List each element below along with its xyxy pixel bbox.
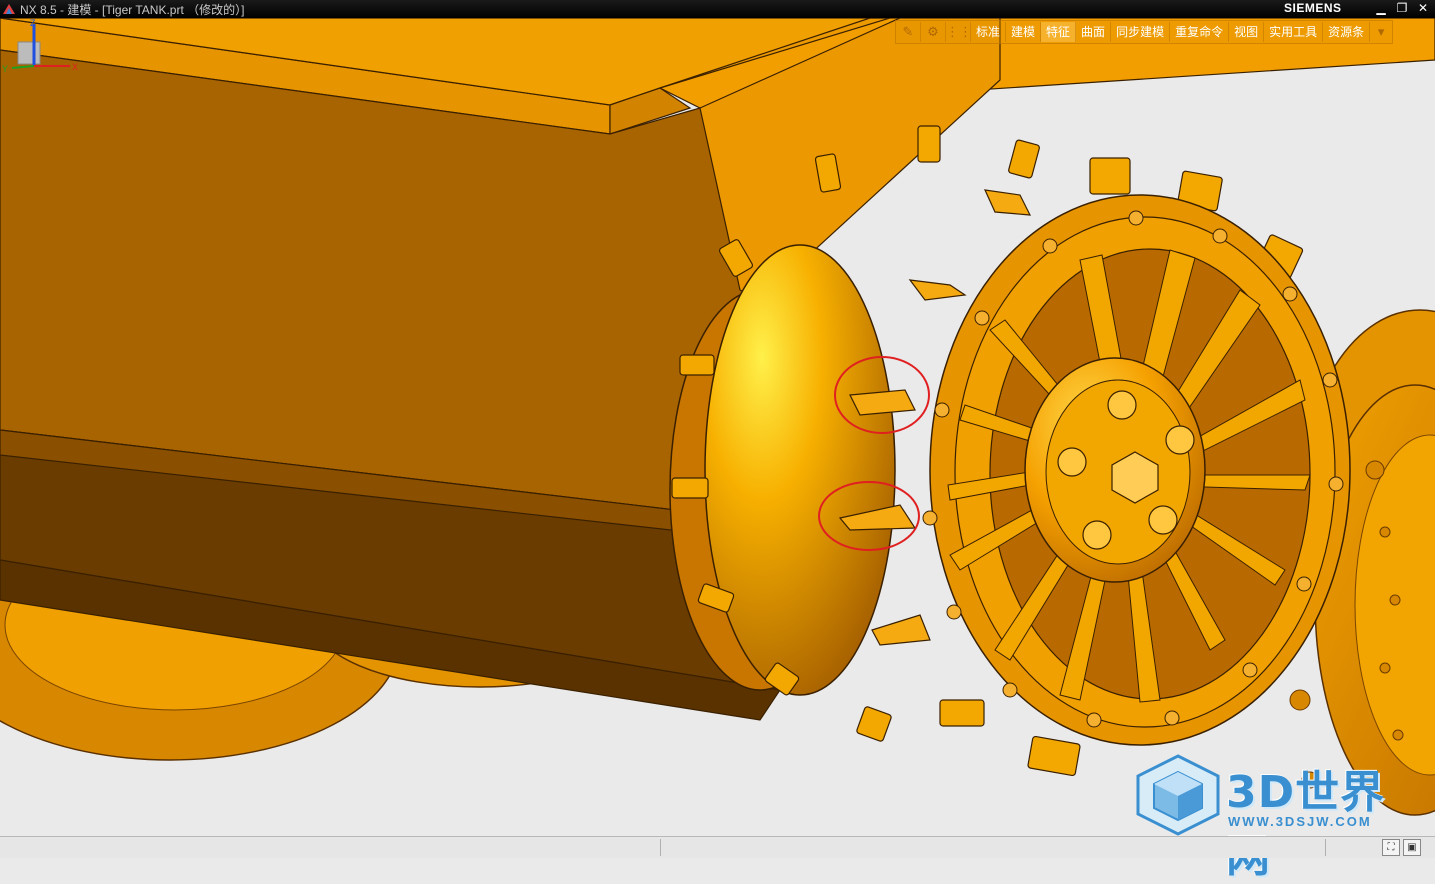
fullscreen-icon[interactable]: ⛶ — [1382, 839, 1400, 856]
coordinate-triad: Z X Y — [2, 18, 78, 74]
status-separator — [1325, 839, 1326, 856]
nx-app-icon — [3, 4, 15, 14]
tab-resource-bar[interactable]: 资源条 — [1323, 22, 1371, 42]
command-ribbon: ✎ ⚙ ⋮⋮ 标准 建模 特征 曲面 同步建模 重复命令 视图 实用工具 资源条… — [895, 20, 1394, 44]
grip-icon[interactable]: ⋮⋮ — [946, 22, 972, 42]
minimize-icon[interactable]: ▁ — [1372, 1, 1390, 16]
watermark-cube-logo — [1136, 754, 1220, 836]
triad-x-label: X — [72, 62, 78, 72]
window-toggle-icon[interactable]: ▣ — [1403, 839, 1421, 856]
triad-z-label: Z — [30, 18, 36, 28]
close-icon[interactable]: ✕ — [1414, 1, 1432, 16]
tank-model-render — [0, 18, 1435, 816]
status-separator — [660, 839, 661, 856]
siemens-brand: SIEMENS — [1284, 1, 1342, 15]
restore-icon[interactable]: ❐ — [1393, 1, 1411, 16]
tab-feature[interactable]: 特征 — [1041, 22, 1077, 42]
tab-utilities[interactable]: 实用工具 — [1264, 22, 1324, 42]
dropdown-icon[interactable]: ▾ — [1370, 22, 1392, 42]
status-bar: ⛶ ▣ — [0, 836, 1435, 858]
wrench-icon[interactable]: ✎ — [896, 22, 921, 42]
gear-icon[interactable]: ⚙ — [921, 22, 946, 42]
tab-repeat-command[interactable]: 重复命令 — [1170, 22, 1230, 42]
tab-standard[interactable]: 标准 — [971, 22, 1007, 42]
tab-modeling[interactable]: 建模 — [1006, 22, 1042, 42]
triad-y-label: Y — [2, 64, 8, 74]
tab-surface[interactable]: 曲面 — [1076, 22, 1112, 42]
graphics-viewport[interactable]: Z X Y — [0, 18, 1435, 836]
tab-view[interactable]: 视图 — [1229, 22, 1265, 42]
tab-synchronous-modeling[interactable]: 同步建模 — [1111, 22, 1171, 42]
watermark-url: WWW.3DSJW.COM — [1228, 814, 1372, 829]
watermark: 3D世界网 WWW.3DSJW.COM — [1130, 752, 1430, 882]
window-title: NX 8.5 - 建模 - [Tiger TANK.prt （修改的）] — [20, 3, 245, 17]
title-bar: NX 8.5 - 建模 - [Tiger TANK.prt （修改的）] SIE… — [0, 0, 1435, 18]
